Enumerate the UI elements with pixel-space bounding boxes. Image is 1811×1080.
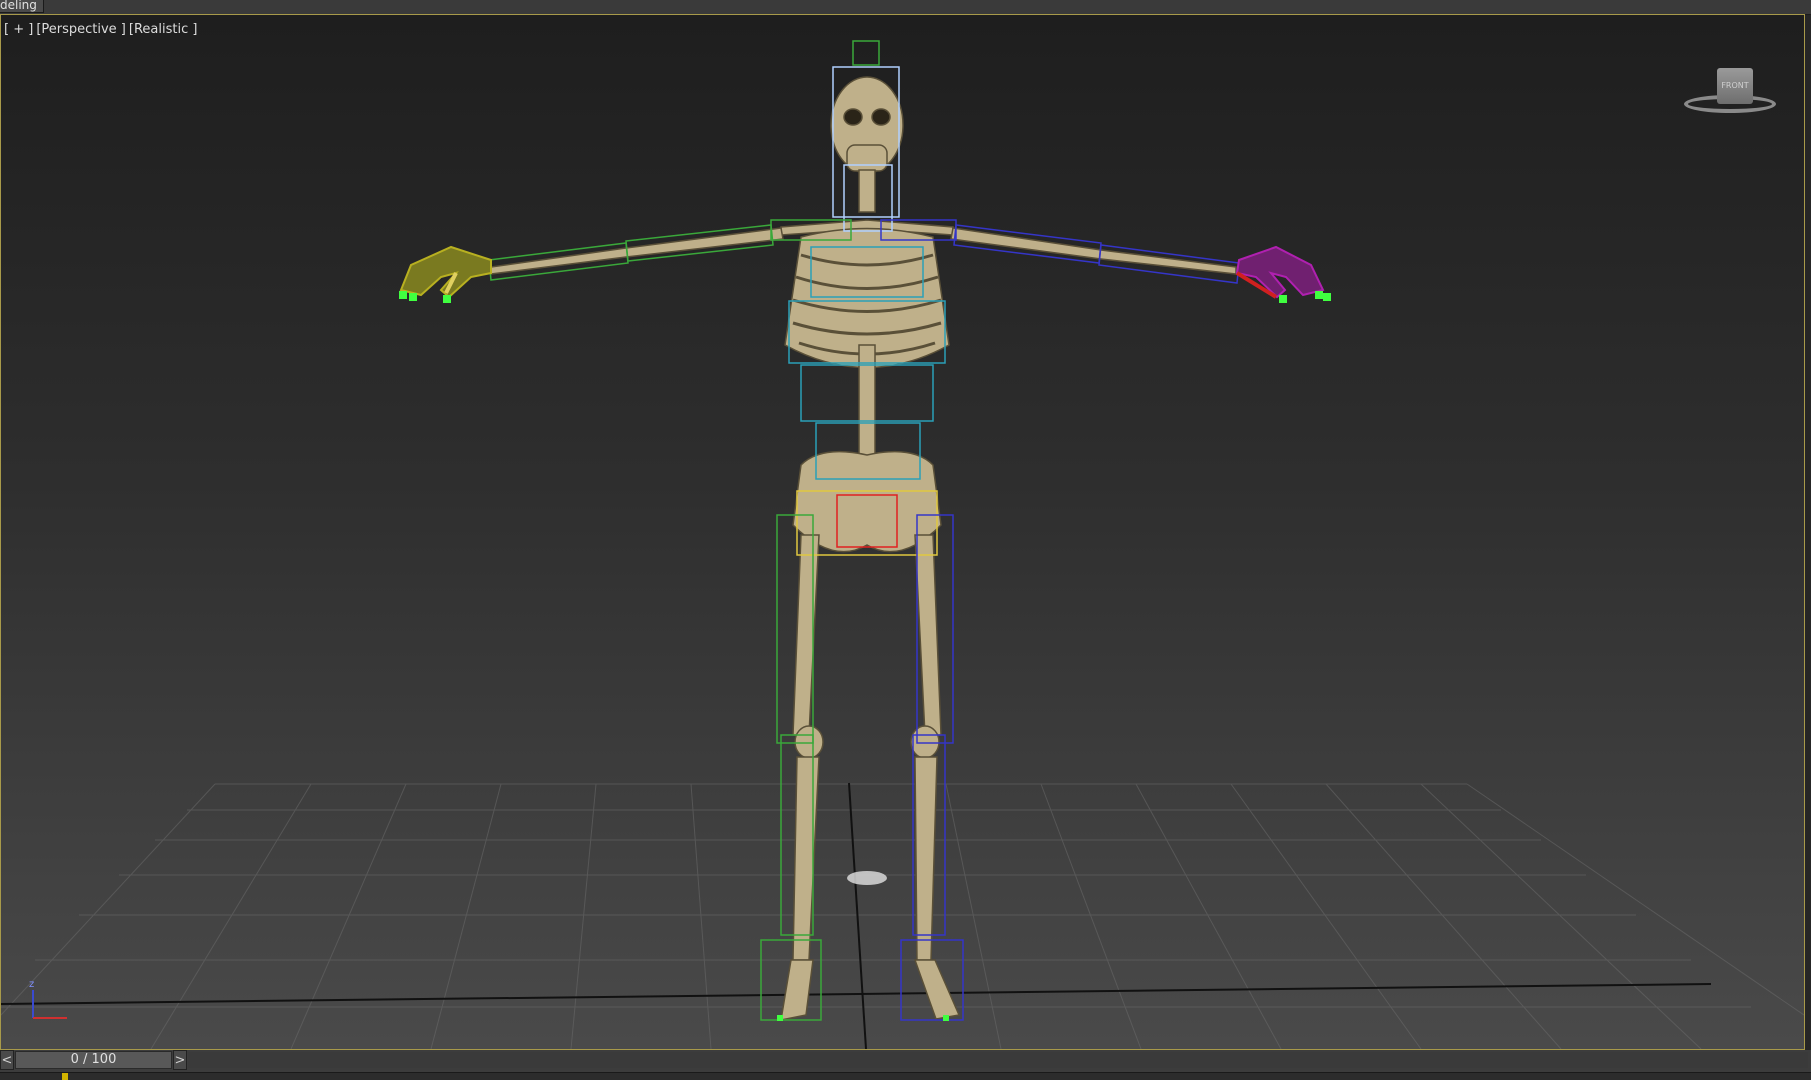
left-foot-marker [777, 1015, 783, 1021]
left-knee [794, 725, 824, 759]
perspective-viewport[interactable]: [ + ] [Perspective ] [Realistic ] z FRON… [0, 14, 1805, 1050]
viewcube-front-face[interactable]: FRONT [1717, 68, 1753, 104]
app-window: deling [ + ][Perspective ][Realistic ] [0, 0, 1811, 1080]
ground-grid [1, 783, 1804, 1049]
right-femur [914, 534, 942, 736]
left-arm-bone [490, 227, 784, 275]
viewcube[interactable]: FRONT [1681, 65, 1781, 135]
axis-z-label: z [29, 979, 34, 990]
right-hand[interactable] [1235, 245, 1331, 303]
rig-head-nub [852, 40, 880, 66]
eye-socket-right [871, 108, 891, 126]
right-arm-bone [950, 227, 1237, 275]
left-hand[interactable] [399, 245, 492, 303]
time-slider[interactable]: < 0 / 100 > [0, 1050, 1811, 1072]
ground-shadow [847, 871, 887, 885]
world-axis-lines [1, 782, 1712, 1049]
right-knee [910, 725, 940, 759]
neck [858, 169, 876, 213]
left-tibia [792, 756, 820, 961]
scene-canvas[interactable]: z [1, 15, 1804, 1049]
track-bar-key-marker[interactable] [62, 1073, 68, 1080]
time-slider-thumb[interactable]: 0 / 100 [15, 1051, 172, 1069]
axis-tripod: z [29, 979, 67, 1019]
ribbon-tab-modeling[interactable]: deling [0, 0, 44, 13]
ribbon-bar: deling [0, 0, 1811, 15]
eye-socket-left [843, 108, 863, 126]
track-bar[interactable] [0, 1072, 1811, 1080]
jaw [846, 144, 888, 172]
right-tibia [914, 756, 938, 961]
left-foot [780, 959, 814, 1021]
time-slider-prev-button[interactable]: < [0, 1050, 14, 1070]
time-slider-next-button[interactable]: > [173, 1050, 187, 1070]
right-foot-marker [943, 1015, 949, 1021]
time-slider-track[interactable] [188, 1052, 1808, 1068]
left-femur [792, 534, 820, 736]
right-foot [913, 959, 961, 1020]
